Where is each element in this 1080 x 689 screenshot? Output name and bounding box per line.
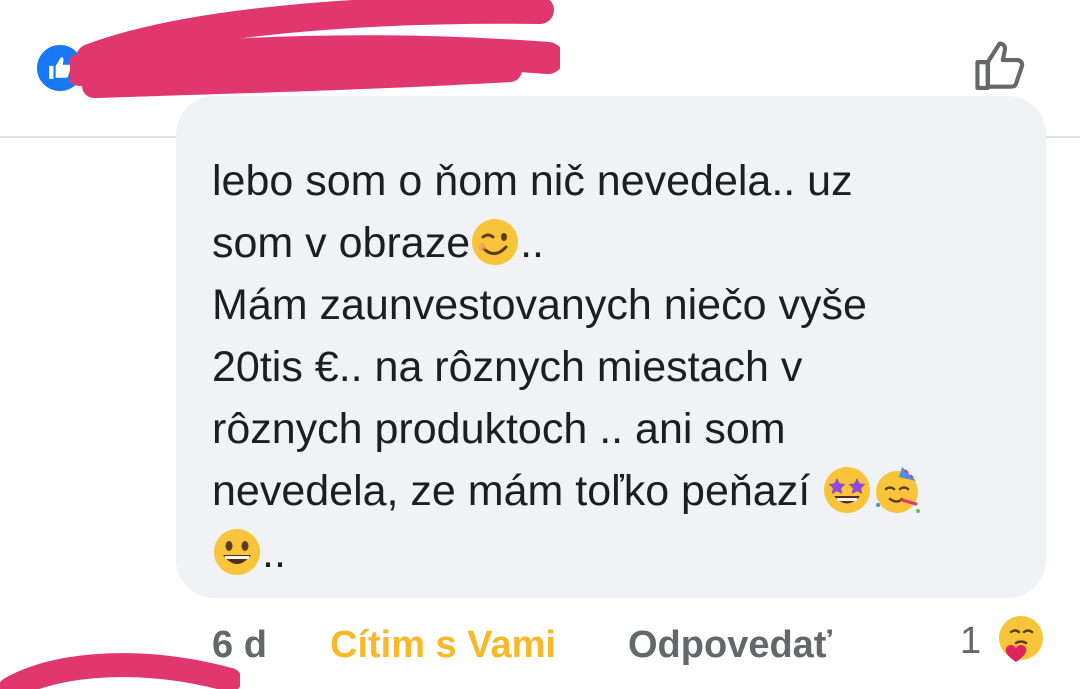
redaction-scribble [70, 0, 560, 98]
comment-line-1: lebo som o ňom nič nevedela.. uz [212, 157, 853, 205]
comment-line-4: 20tis €.. na rôznych miestach v [212, 343, 803, 391]
comment-line-7: .. [212, 529, 286, 577]
redaction-scribble-bottom [0, 653, 240, 689]
comment-text: lebo som o ňom nič nevedela.. uz som v o… [212, 150, 1012, 584]
reaction-count[interactable]: 1 [960, 620, 981, 663]
comment-line-3: Mám zaunvestovanych niečo vyše [212, 281, 867, 329]
reply-button[interactable]: Odpovedať [628, 624, 832, 667]
care-reaction-button[interactable]: Cítim s Vami [330, 624, 556, 667]
comment-line-6: nevedela, ze mám toľko peňazí [212, 467, 922, 515]
comment-line-5: rôznych produktoch .. ani som [212, 405, 786, 453]
comment-line-2: som v obraze .. [212, 219, 545, 267]
partying-face-icon [876, 467, 921, 513]
thumbs-up-outline-icon [975, 41, 1025, 91]
like-button[interactable] [962, 30, 1042, 102]
star-struck-icon [824, 467, 871, 513]
care-reaction-icon[interactable] [994, 612, 1048, 666]
winking-face-icon [472, 219, 519, 265]
grinning-face-icon [214, 529, 260, 575]
